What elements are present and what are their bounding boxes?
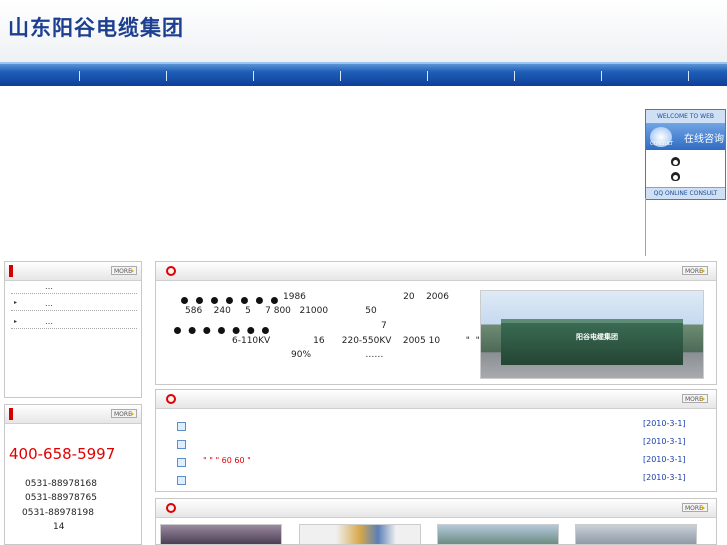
intro-header: MORE: [156, 262, 716, 281]
news-bullet-icon: [177, 458, 186, 467]
qq-panel-line: [645, 198, 646, 256]
section-marker-icon: [166, 266, 176, 276]
more-button[interactable]: MORE: [682, 394, 708, 403]
nav-separator: [601, 71, 602, 81]
nav-separator: [79, 71, 80, 81]
phone-number: 0531-88978198: [22, 508, 94, 518]
contact-extra: 14: [53, 522, 65, 532]
nav-separator: [166, 71, 167, 81]
divider: [11, 310, 137, 311]
contact-header: MORE: [5, 405, 141, 424]
company-building-photo: 阳谷电缆集团: [480, 290, 704, 379]
section-marker-icon: [9, 408, 13, 420]
bullet-icon: ▸: [14, 299, 18, 306]
intro-line: 586 240 5 7 800 21000 50: [185, 306, 377, 316]
more-button[interactable]: MORE: [682, 266, 708, 275]
bullet-icon: ▸: [14, 318, 18, 325]
phone-number: 0531-88978168: [25, 479, 97, 489]
building-shape: 阳谷电缆集团: [501, 319, 683, 365]
nav-separator: [688, 71, 689, 81]
qq-consult-panel: WELCOME TO WEB CONSULT 在线咨询 QQ ONLINE CO…: [645, 109, 726, 200]
news-bullet-icon: [177, 440, 186, 449]
news-bullet-icon: [177, 476, 186, 485]
qq-welcome-label: WELCOME TO WEB: [646, 110, 725, 124]
products-header: MORE: [156, 499, 716, 518]
nav-separator: [427, 71, 428, 81]
qq-consult-label: 在线咨询: [684, 134, 724, 145]
product-thumbnail[interactable]: [437, 524, 559, 545]
news-list-header: MORE: [156, 390, 716, 409]
intro-line: 1986 20 2006: [283, 292, 449, 302]
news-item-ellipsis[interactable]: …: [45, 282, 53, 291]
nav-separator: [514, 71, 515, 81]
section-marker-icon: [9, 265, 13, 277]
intro-line: 90% ……: [291, 350, 384, 360]
qq-consult-sub: CONSULT: [650, 141, 674, 147]
section-marker-icon: [166, 394, 176, 404]
news-date: [2010-3-1]: [643, 455, 686, 464]
main-navigation: [0, 62, 727, 86]
product-thumbnail[interactable]: [299, 524, 421, 545]
product-thumbnail[interactable]: [575, 524, 697, 545]
more-button[interactable]: MORE: [111, 266, 137, 275]
intro-line: 6-110KV 16 220-550KV 2005 10 " ": [232, 336, 480, 346]
left-news-box: MORE … ▸ … ▸ …: [4, 261, 142, 398]
news-date: [2010-3-1]: [643, 473, 686, 482]
site-header: 山东阳谷电缆集团: [0, 0, 727, 62]
phone-number: 0531-88978765: [25, 493, 97, 503]
site-logo[interactable]: 山东阳谷电缆集团: [8, 12, 184, 42]
qq-penguin-icon[interactable]: [671, 157, 680, 166]
more-button[interactable]: MORE: [111, 409, 137, 418]
news-date: [2010-3-1]: [643, 419, 686, 428]
intro-line: 7: [381, 321, 387, 331]
news-item-ellipsis[interactable]: …: [45, 317, 53, 326]
building-sign: 阳谷电缆集团: [576, 333, 618, 341]
hotline-number: 400-658-5997: [9, 445, 116, 463]
qq-online-label: QQ ONLINE CONSULT: [646, 187, 725, 199]
nav-separator: [253, 71, 254, 81]
intro-text-redacted: [174, 327, 269, 335]
more-button[interactable]: MORE: [682, 503, 708, 512]
left-news-header: MORE: [5, 262, 141, 281]
news-date: [2010-3-1]: [643, 437, 686, 446]
news-item-ellipsis[interactable]: …: [45, 299, 53, 308]
news-list-box: MORE: [155, 389, 717, 492]
contact-box: MORE: [4, 404, 142, 545]
intro-text-redacted: [181, 297, 278, 305]
qq-consult-button[interactable]: CONSULT 在线咨询: [646, 124, 725, 150]
qq-penguin-icon[interactable]: [671, 172, 680, 181]
product-thumbnail[interactable]: [160, 524, 282, 545]
news-bullet-icon: [177, 422, 186, 431]
divider: [11, 328, 137, 329]
news-item-title[interactable]: " " " 60 60 ": [203, 456, 251, 465]
nav-separator: [340, 71, 341, 81]
section-marker-icon: [166, 503, 176, 513]
divider: [11, 293, 137, 294]
